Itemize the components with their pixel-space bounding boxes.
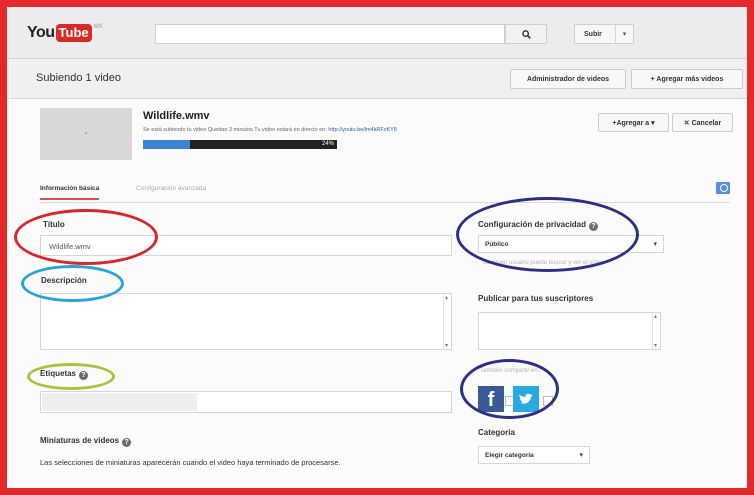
share-highlight-circle — [460, 359, 559, 419]
upload-progress-label: 24% — [321, 141, 334, 147]
subscribers-scrollbar[interactable] — [652, 313, 660, 349]
upload-header: Subiendo 1 video Administrador de videos… — [7, 59, 747, 99]
upload-label: Subir — [584, 30, 602, 38]
chevron-down-icon: ▾ — [579, 452, 583, 459]
video-manager-button[interactable]: Administrador de videos — [510, 69, 626, 89]
thumbnails-text: Las selecciones de miniaturas aparecerán… — [40, 458, 341, 467]
upload-progress-bar: 24% — [143, 140, 337, 149]
photo-icon[interactable] — [716, 182, 730, 194]
upload-dropdown-caret[interactable]: ▾ — [615, 25, 633, 43]
file-name: Wildlife.wmv — [143, 110, 210, 122]
description-scrollbar[interactable] — [443, 294, 451, 349]
category-value: Elegir categoría — [485, 452, 534, 459]
top-bar: You Tube MX Subir ▾ — [7, 7, 747, 59]
add-to-button[interactable]: +Agregar a ▾ — [598, 113, 669, 132]
tab-basic-info[interactable]: Información básica — [40, 185, 100, 200]
tab-bar: Información básica Configuración avanzad… — [40, 182, 730, 203]
upload-button[interactable]: Subir ▾ — [574, 24, 634, 44]
page-title: Subiendo 1 video — [36, 72, 122, 84]
privacy-highlight-circle — [456, 197, 639, 272]
upload-progress-fill — [143, 140, 190, 149]
youtube-upload-page: You Tube MX Subir ▾ Subiendo 1 video Adm… — [7, 7, 747, 488]
tags-highlight-circle — [27, 363, 115, 390]
description-textarea[interactable] — [40, 293, 452, 350]
youtube-logo[interactable]: You Tube MX — [27, 24, 103, 42]
upload-status-message: Se está subiendo tu video Quedan 3 minut… — [143, 127, 397, 133]
video-link[interactable]: http://youtu.be/lm4kRFxKY8 — [328, 127, 396, 133]
logo-you: You — [27, 24, 55, 41]
thumbnails-label-text: Miniaturas de videos — [40, 436, 120, 445]
category-select[interactable]: Elegir categoría ▾ — [478, 446, 590, 464]
search-icon — [521, 29, 531, 39]
video-thumbnail: ▪ — [40, 108, 132, 160]
search-input[interactable] — [155, 24, 505, 44]
logo-tube: Tube — [55, 24, 92, 42]
subscribers-textarea[interactable] — [478, 312, 661, 350]
subscribers-label: Publicar para tus suscriptores — [478, 294, 594, 303]
add-more-videos-button[interactable]: + Agregar más videos — [631, 69, 743, 89]
upload-status-text: Se está subiendo tu video Quedan 3 minut… — [143, 127, 327, 133]
thumbnails-label: Miniaturas de videos? — [40, 436, 132, 447]
help-icon[interactable]: ? — [122, 438, 132, 447]
category-label: Categoría — [478, 428, 515, 437]
tags-placeholder — [42, 393, 197, 411]
cancel-button[interactable]: ✕ Cancelar — [672, 113, 733, 132]
tags-input[interactable] — [40, 391, 452, 413]
chevron-down-icon: ▾ — [653, 241, 657, 248]
title-highlight-circle — [14, 209, 158, 265]
logo-country: MX — [93, 24, 103, 30]
tab-advanced-settings[interactable]: Configuración avanzada — [136, 185, 206, 192]
search-button[interactable] — [505, 24, 547, 44]
description-highlight-circle — [21, 265, 124, 302]
